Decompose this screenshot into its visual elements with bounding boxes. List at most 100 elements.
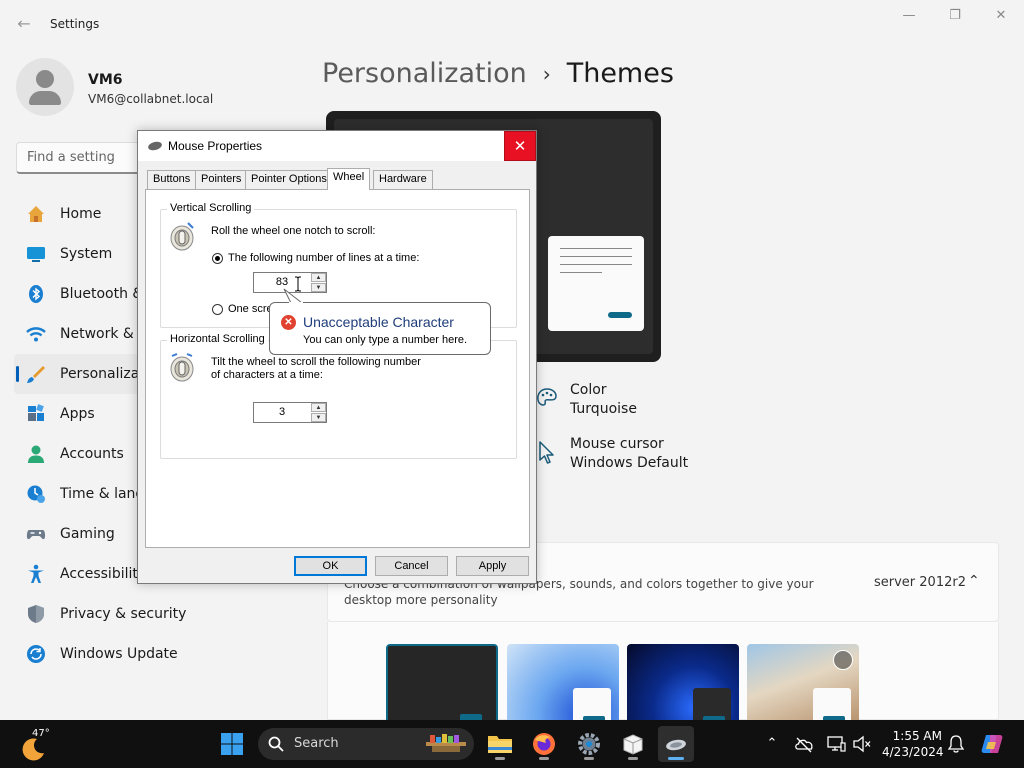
mouse-wheel-icon: [170, 222, 194, 251]
sidebar-item-privacy[interactable]: Privacy & security: [14, 594, 314, 634]
search-icon: [268, 736, 284, 752]
palette-icon: [537, 388, 557, 406]
start-button[interactable]: [214, 726, 250, 762]
spin-down-icon[interactable]: ▼: [311, 283, 326, 292]
onedrive-offline-icon[interactable]: [794, 734, 814, 754]
display-network-icon[interactable]: [826, 734, 846, 754]
windows-logo-icon: [221, 733, 243, 755]
theme-thumbnail[interactable]: [627, 644, 739, 724]
sidebar-item-label: Accessibility: [60, 566, 147, 582]
chevron-up-icon[interactable]: ⌃: [968, 573, 980, 589]
breadcrumb-parent[interactable]: Personalization: [322, 58, 527, 89]
taskbar-search[interactable]: Search: [258, 728, 474, 760]
tab-pointers[interactable]: Pointers: [195, 170, 248, 189]
file-explorer-button[interactable]: [482, 726, 518, 762]
mouse-cursor-setting[interactable]: Mouse cursor Windows Default: [536, 436, 736, 476]
folder-icon: [488, 736, 512, 753]
settings-app-button[interactable]: [571, 726, 607, 762]
package-app-button[interactable]: [615, 726, 651, 762]
sidebar-item-label: Home: [60, 206, 102, 222]
page-title: Themes: [566, 58, 674, 89]
search-highlight-books-icon: [426, 734, 466, 752]
brush-icon: [27, 366, 45, 383]
restore-icon[interactable]: ❐: [940, 8, 970, 28]
weather-widget[interactable]: 47°: [20, 728, 60, 762]
mouse-properties-taskbar-button[interactable]: [658, 726, 694, 762]
box-icon: [623, 734, 643, 755]
error-balloon-tooltip: ✕ Unacceptable Character You can only ty…: [269, 302, 491, 355]
lines-option-label: The following number of lines at a time:: [228, 252, 420, 264]
theme-thumbnail[interactable]: [507, 644, 619, 724]
firefox-icon: [533, 733, 555, 755]
color-value: Turquoise: [570, 401, 637, 417]
tab-wheel[interactable]: Wheel: [327, 168, 371, 190]
sidebar-item-label: Personalizati: [60, 366, 149, 382]
sidebar-item-label: Bluetooth &: [60, 286, 144, 302]
chevron-up-icon[interactable]: ⌃: [762, 734, 782, 754]
sidebar-item-label: System: [60, 246, 113, 262]
firefox-button[interactable]: [526, 726, 562, 762]
minimize-icon[interactable]: —: [894, 8, 924, 28]
theme-thumbnail[interactable]: [386, 644, 498, 724]
back-arrow-icon[interactable]: ←: [14, 14, 34, 34]
gear-icon: [578, 733, 600, 755]
copilot-icon[interactable]: [980, 732, 1004, 756]
user-profile[interactable]: VM6 VM6@collabnet.local: [16, 58, 316, 118]
characters-value[interactable]: 3: [254, 406, 310, 418]
wheel-tab-panel: Vertical Scrolling Roll the wheel one no…: [145, 189, 530, 548]
sidebar-item-label: Privacy & security: [60, 606, 187, 622]
theme-preview-window: [548, 236, 644, 331]
mouse-wheel-tilt-icon: [170, 353, 194, 382]
weather-temperature: 47°: [32, 728, 50, 739]
error-icon: ✕: [281, 315, 296, 330]
ok-button[interactable]: OK: [294, 556, 367, 576]
dialog-titlebar: Mouse Properties ✕: [138, 131, 536, 161]
settings-titlebar: ← Settings — ❐ ✕: [0, 0, 1024, 48]
tab-pointer-options[interactable]: Pointer Options: [245, 170, 333, 189]
characters-stepper[interactable]: 3 ▲ ▼: [253, 402, 327, 423]
accessibility-icon: [28, 564, 44, 583]
lines-radio[interactable]: [212, 253, 223, 264]
search-label: Search: [294, 736, 339, 751]
vertical-scrolling-label: Vertical Scrolling: [167, 202, 255, 214]
balloon-tail: [283, 288, 303, 304]
theme-thumbnail[interactable]: [747, 644, 859, 724]
update-icon: [27, 645, 45, 663]
sidebar-item-label: Gaming: [60, 526, 115, 542]
home-icon: [28, 206, 44, 222]
balloon-title: Unacceptable Character: [303, 314, 454, 330]
breadcrumb: Personalization › Themes: [322, 58, 674, 89]
breadcrumb-separator: ›: [542, 61, 551, 86]
clock-time[interactable]: 1:55 AM: [892, 729, 942, 743]
spin-down-icon[interactable]: ▼: [311, 413, 326, 422]
avatar: [16, 58, 74, 116]
dialog-close-button[interactable]: ✕: [504, 131, 536, 161]
one-screen-option-label: One scre: [228, 303, 273, 315]
cursor-icon: [539, 441, 554, 464]
cancel-button[interactable]: Cancel: [375, 556, 448, 576]
sidebar-item-windows-update[interactable]: Windows Update: [14, 634, 314, 674]
mouse-cursor-title: Mouse cursor: [570, 436, 664, 452]
notification-bell-icon[interactable]: [946, 734, 966, 754]
vertical-instruction: Roll the wheel one notch to scroll:: [211, 225, 376, 237]
horizontal-instruction-2: of characters at a time:: [211, 369, 323, 381]
bluetooth-icon: [29, 285, 43, 303]
tab-buttons[interactable]: Buttons: [147, 170, 197, 189]
close-icon[interactable]: ✕: [986, 8, 1016, 28]
apps-icon: [28, 404, 44, 421]
spin-up-icon[interactable]: ▲: [311, 273, 326, 282]
wifi-icon: [26, 327, 46, 342]
sidebar-item-label: Accounts: [60, 446, 124, 462]
volume-muted-icon[interactable]: [852, 734, 872, 754]
clock-date[interactable]: 4/23/2024: [882, 745, 944, 759]
apply-button[interactable]: Apply: [456, 556, 529, 576]
tab-hardware[interactable]: Hardware: [373, 170, 433, 189]
color-setting[interactable]: Color Turquoise: [536, 382, 736, 422]
gamepad-icon: [26, 530, 46, 540]
one-screen-radio[interactable]: [212, 304, 223, 315]
monitor-icon: [27, 247, 45, 262]
spin-up-icon[interactable]: ▲: [311, 403, 326, 412]
app-title: Settings: [50, 17, 100, 31]
mouse-icon: [666, 739, 686, 751]
moon-weather-icon: [22, 738, 44, 761]
